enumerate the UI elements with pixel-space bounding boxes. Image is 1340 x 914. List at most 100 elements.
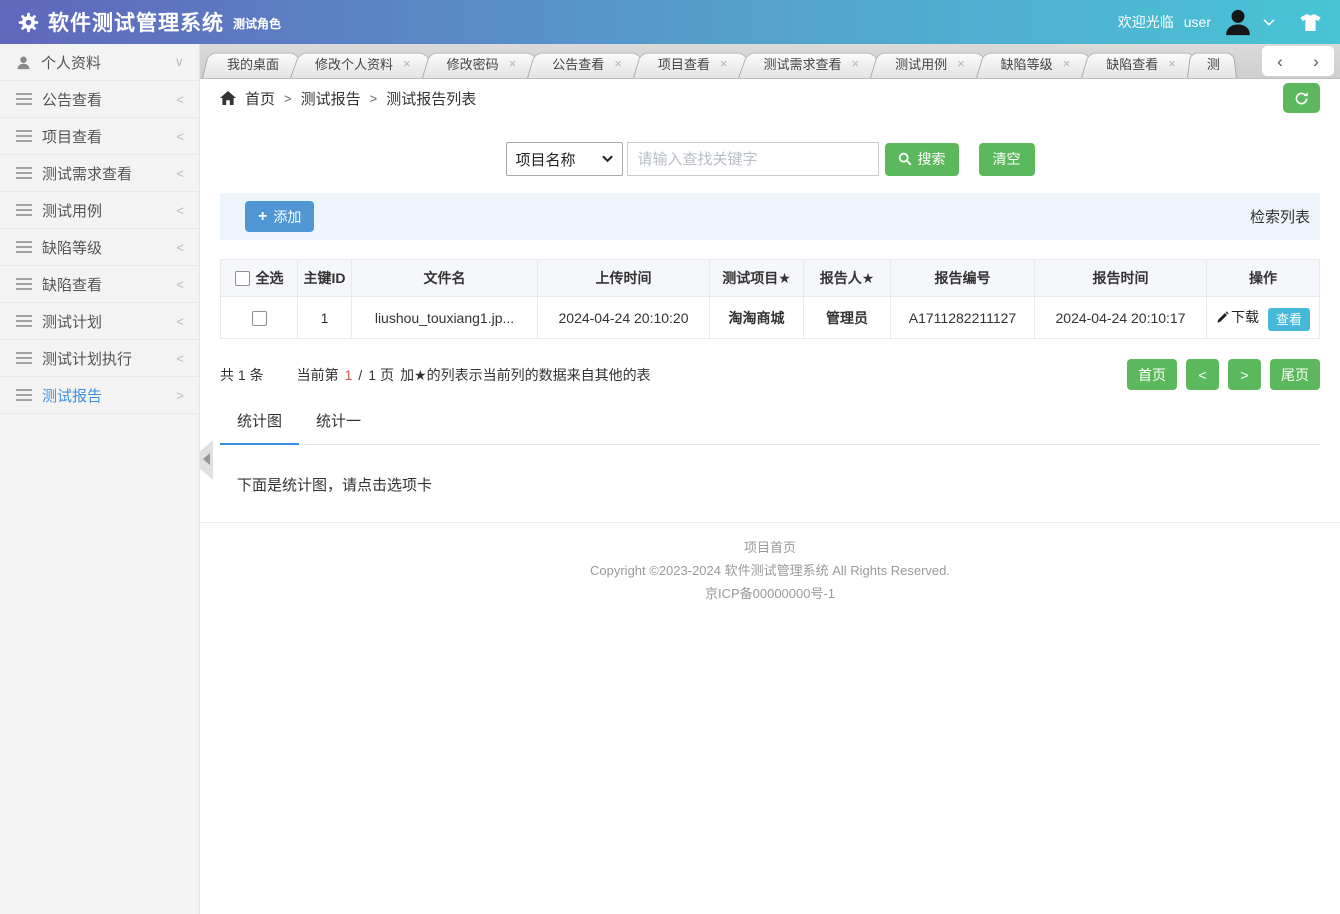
add-button[interactable]: + 添加 [245,201,314,232]
breadcrumb: 首页 > 测试报告 > 测试报告列表 [200,79,1340,117]
prev-page-button[interactable]: < [1186,359,1219,390]
sidebar-item-test-plan-execution[interactable]: 测试计划执行 < [0,340,199,377]
row-reporter: 管理员 [804,297,891,339]
search-category-select[interactable]: 项目名称 [506,142,623,176]
breadcrumb-level2: 测试报告列表 [386,88,476,109]
last-page-button[interactable]: 尾页 [1270,359,1320,390]
footer-home-link[interactable]: 项目首页 [200,536,1340,559]
sidebar-item-test-plans[interactable]: 测试计划 < [0,303,199,340]
tab-defect-levels[interactable]: 缺陷等级 × [976,49,1096,78]
sidebar-item-label: 项目查看 [42,126,102,147]
close-icon[interactable]: × [1063,56,1071,71]
tab-projects[interactable]: 项目查看 × [633,49,753,78]
col-header-project: 测试项目★ [710,260,804,297]
chevron-expanded-icon: > [176,388,184,403]
view-button[interactable]: 查看 [1268,308,1310,331]
user-area: 欢迎光临 user [1118,7,1322,37]
panel-title: 检索列表 [1250,206,1310,227]
breadcrumb-separator: > [284,91,292,106]
tab-scroll-left-icon[interactable]: ‹ [1277,53,1283,70]
tab-test-requirements[interactable]: 测试需求查看 × [738,49,884,78]
menu-icon [16,130,32,142]
pencil-icon [1216,311,1229,324]
sidebar-item-label: 测试用例 [42,200,102,221]
row-checkbox[interactable] [252,311,267,326]
list-toolbar-panel: + 添加 检索列表 [220,193,1320,240]
tab-stats-chart[interactable]: 统计图 [220,399,299,444]
refresh-button[interactable] [1283,83,1320,113]
tab-scroll-right-icon[interactable]: › [1313,53,1319,70]
close-icon[interactable]: × [851,56,859,71]
breadcrumb-separator: > [370,91,378,106]
sidebar-item-test-cases[interactable]: 测试用例 < [0,192,199,229]
menu-icon [16,278,32,290]
tab-my-desktop[interactable]: 我的桌面 [202,49,304,78]
chevron-down-icon[interactable] [1263,18,1275,27]
sidebar-item-label: 个人资料 [41,52,101,73]
table-row: 1 liushou_touxiang1.jp... 2024-04-24 20:… [221,297,1320,339]
sidebar-item-defect-view[interactable]: 缺陷查看 < [0,266,199,303]
clear-button-label: 清空 [993,149,1021,169]
theme-shirt-icon[interactable] [1299,13,1322,32]
tab-label: 公告查看 [552,54,604,73]
close-icon[interactable]: × [509,56,517,71]
search-button[interactable]: 搜索 [885,143,959,176]
sidebar-item-test-reports[interactable]: 测试报告 > [0,377,199,414]
next-page-button[interactable]: > [1228,359,1261,390]
app-body: 个人资料 ∨ 公告查看 < 项目查看 < 测试需求查看 < 测试用例 < [0,44,1340,914]
tab-strip: 我的桌面 修改个人资料 × 修改密码 × 公告查看 × 项目查看 × [200,44,1340,79]
sidebar-item-label: 测试计划 [42,311,102,332]
tab-defect-view[interactable]: 缺陷查看 × [1081,49,1201,78]
tab-label: 项目查看 [658,54,710,73]
close-icon[interactable]: × [614,56,622,71]
sidebar-item-announcements[interactable]: 公告查看 < [0,81,199,118]
tab-announcements[interactable]: 公告查看 × [527,49,647,78]
close-icon[interactable]: × [403,56,411,71]
menu-icon [16,352,32,364]
chevron-collapsed-icon: < [176,129,184,144]
breadcrumb-home[interactable]: 首页 [245,88,275,109]
brand: 软件测试管理系统 测试角色 [18,7,281,37]
tab-label: 测试需求查看 [763,54,841,73]
close-icon[interactable]: × [957,56,965,71]
sidebar-item-label: 测试报告 [42,385,102,406]
tab-partial[interactable]: 测 [1187,49,1237,78]
refresh-icon [1294,91,1309,106]
tab-stats-one[interactable]: 统计一 [299,399,378,444]
close-icon[interactable]: × [720,56,728,71]
search-input[interactable] [627,142,879,176]
tab-label: 缺陷等级 [1001,54,1053,73]
menu-icon [16,167,32,179]
chevron-collapsed-icon: < [176,240,184,255]
tab-change-password[interactable]: 修改密码 × [422,49,542,78]
col-header-upload-time: 上传时间 [538,260,710,297]
row-upload-time: 2024-04-24 20:10:20 [538,297,710,339]
search-icon [898,152,912,166]
col-header-actions: 操作 [1207,260,1320,297]
download-link[interactable]: 下载 [1216,307,1259,327]
tab-label: 修改密码 [447,54,499,73]
chevron-expand-icon: ∨ [174,54,184,70]
clear-button[interactable]: 清空 [979,143,1035,176]
username[interactable]: user [1184,14,1211,30]
select-all-checkbox[interactable] [235,271,250,286]
close-icon[interactable]: × [1168,56,1176,71]
col-header-report-time: 报告时间 [1035,260,1207,297]
sidebar-item-defect-levels[interactable]: 缺陷等级 < [0,229,199,266]
breadcrumb-level1[interactable]: 测试报告 [301,88,361,109]
report-table: 全选 主键ID 文件名 上传时间 测试项目★ 报告人★ 报告编号 报告时间 操作 [220,259,1320,339]
sidebar-item-label: 缺陷等级 [42,237,102,258]
total-count: 共 1 条 [220,365,264,385]
download-label: 下载 [1231,307,1259,327]
chevron-collapsed-icon: < [176,203,184,218]
tab-test-cases[interactable]: 测试用例 × [870,49,990,78]
menu-icon [16,93,32,105]
sidebar-item-profile[interactable]: 个人资料 ∨ [0,44,199,81]
avatar-icon[interactable] [1223,7,1253,37]
first-page-button[interactable]: 首页 [1127,359,1177,390]
sidebar-item-test-requirements[interactable]: 测试需求查看 < [0,155,199,192]
sidebar-item-projects[interactable]: 项目查看 < [0,118,199,155]
tab-edit-profile[interactable]: 修改个人资料 × [290,49,436,78]
sidebar-item-label: 测试需求查看 [42,163,132,184]
app-window: 软件测试管理系统 测试角色 欢迎光临 user [0,0,1340,914]
